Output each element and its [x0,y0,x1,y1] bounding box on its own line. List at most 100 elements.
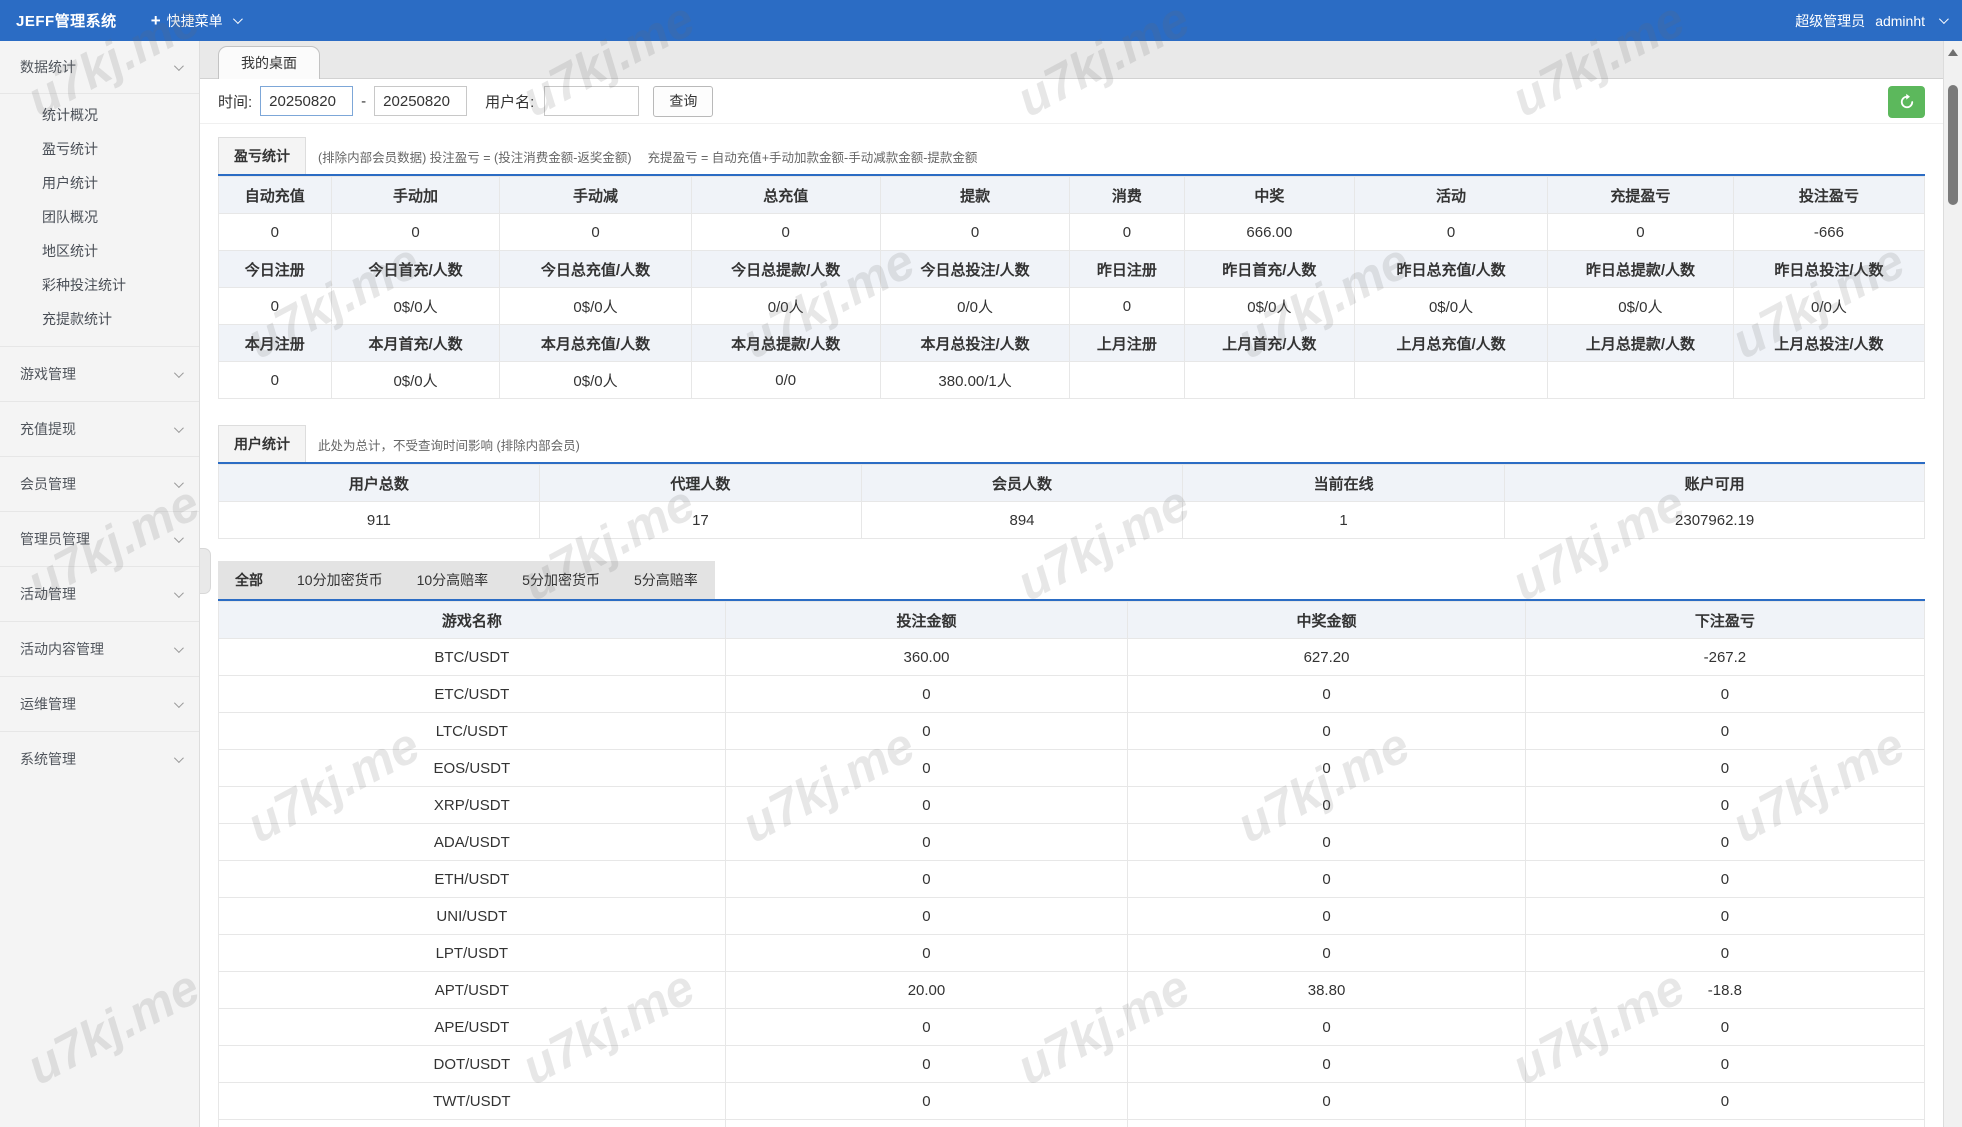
sidebar-group-activity-content[interactable]: 活动内容管理 [0,621,199,676]
sidebar-group-system-mgmt[interactable]: 系统管理 [0,731,199,786]
game-category-tab[interactable]: 全部 [218,561,280,599]
table-row: APE/USDT000 [219,1009,1925,1046]
table-cell: 0 [725,1046,1128,1083]
table-row: ICP/USDT000 [219,1120,1925,1127]
table-row: 今日注册今日首充/人数今日总充值/人数今日总提款/人数今日总投注/人数昨日注册昨… [219,251,1925,288]
tab-my-desktop[interactable]: 我的桌面 [218,46,320,79]
table-cell: 活动 [1355,177,1548,214]
table-cell: 894 [862,502,1183,539]
table-cell: 今日首充/人数 [331,251,500,288]
table-row: BTC/USDT360.00627.20-267.2 [219,639,1925,676]
table-cell: 总充值 [691,177,880,214]
chevron-down-icon [174,533,184,543]
sidebar-submenu-item[interactable]: 用户统计 [0,166,199,200]
sidebar-submenu: 统计概况盈亏统计用户统计团队概况地区统计彩种投注统计充提款统计 [0,93,199,346]
sidebar-group-label: 充值提现 [20,419,170,439]
profit-section-header: 盈亏统计 (排除内部会员数据) 投注盈亏 = (投注消费金额-返奖金额) 充提盈… [218,137,1925,176]
sidebar-submenu-item[interactable]: 盈亏统计 [0,132,199,166]
table-cell: 0 [725,824,1128,861]
username: adminht [1875,13,1925,29]
sidebar-group-member-mgmt[interactable]: 会员管理 [0,456,199,511]
table-cell: BTC/USDT [219,639,726,676]
table-cell: 提款 [880,177,1069,214]
user-section-title: 用户统计 [218,425,306,462]
table-cell: 0 [1525,824,1924,861]
chevron-down-icon [174,423,184,433]
chevron-down-icon [233,14,243,24]
sidebar-group-label: 系统管理 [20,749,170,769]
game-category-tab[interactable]: 10分高赔率 [400,561,506,599]
profit-stats-section: 盈亏统计 (排除内部会员数据) 投注盈亏 = (投注消费金额-返奖金额) 充提盈… [218,137,1925,399]
table-cell: 0 [725,1120,1128,1127]
user-section-header: 用户统计 此处为总计，不受查询时间影响 (排除内部会员) [218,425,1925,464]
sidebar-submenu-item[interactable]: 彩种投注统计 [0,268,199,302]
sidebar-submenu-item[interactable]: 团队概况 [0,200,199,234]
table-cell: 自动充值 [219,177,332,214]
table-cell: 0 [219,288,332,325]
table-cell: 0 [725,713,1128,750]
table-cell: 0 [1128,898,1525,935]
sidebar-group-activity-mgmt[interactable]: 活动管理 [0,566,199,621]
table-cell: 本月总投注/人数 [880,325,1069,362]
chevron-down-icon [174,643,184,653]
table-cell: 0 [725,787,1128,824]
scrollbar-thumb[interactable] [1948,85,1958,205]
sidebar-group-recharge-withdraw[interactable]: 充值提现 [0,401,199,456]
sidebar-submenu-item[interactable]: 充提款统计 [0,302,199,336]
sidebar-group-admin-mgmt[interactable]: 管理员管理 [0,511,199,566]
table-cell: 0 [725,1009,1128,1046]
table-cell: 本月总提款/人数 [691,325,880,362]
table-row: XRP/USDT000 [219,787,1925,824]
table-cell: 0 [1128,676,1525,713]
table-cell: 昨日首充/人数 [1184,251,1355,288]
table-cell: 昨日总充值/人数 [1355,251,1548,288]
table-cell: 0$/0人 [1547,288,1733,325]
sidebar-group-label: 运维管理 [20,694,170,714]
profit-section-note: (排除内部会员数据) 投注盈亏 = (投注消费金额-返奖金额) 充提盈亏 = 自… [318,147,977,166]
table-cell: 账户可用 [1505,465,1925,502]
table-row: LPT/USDT000 [219,935,1925,972]
user-section-note: 此处为总计，不受查询时间影响 (排除内部会员) [318,435,580,454]
table-cell: 上月注册 [1070,325,1184,362]
chevron-down-icon [1939,14,1949,24]
scrollbar-up-arrow-icon[interactable] [1948,49,1958,56]
table-cell: 0$/0人 [1355,288,1548,325]
table-cell: 本月首充/人数 [331,325,500,362]
sidebar-collapse-handle[interactable] [200,548,211,594]
user-role: 超级管理员 [1795,11,1865,31]
time-label: 时间: [218,91,252,112]
table-row: 000000666.0000-666 [219,214,1925,251]
table-cell: 0 [1070,288,1184,325]
user-menu[interactable]: 超级管理员 adminht [1795,11,1946,31]
username-input[interactable] [544,86,639,116]
refresh-button[interactable] [1888,86,1925,118]
sidebar-submenu-item[interactable]: 地区统计 [0,234,199,268]
sidebar-group-ops-mgmt[interactable]: 运维管理 [0,676,199,731]
game-category-tab[interactable]: 5分高赔率 [617,561,715,599]
table-cell: 昨日总投注/人数 [1733,251,1924,288]
table-row: 用户总数代理人数会员人数当前在线账户可用 [219,465,1925,502]
sidebar-group-data-stats[interactable]: 数据统计 [0,41,199,93]
date-from-input[interactable] [260,86,353,116]
search-button[interactable]: 查询 [653,86,713,117]
game-category-tab[interactable]: 5分加密货币 [505,561,617,599]
table-cell: 今日注册 [219,251,332,288]
table-cell: ETC/USDT [219,676,726,713]
table-cell: 今日总充值/人数 [500,251,691,288]
table-row: TWT/USDT000 [219,1083,1925,1120]
game-category-tab[interactable]: 10分加密货币 [280,561,400,599]
table-cell: 380.00/1人 [880,362,1069,399]
sidebar-group-label: 游戏管理 [20,364,170,384]
date-to-input[interactable] [374,86,467,116]
table-cell: LTC/USDT [219,713,726,750]
quick-menu-button[interactable]: + 快捷菜单 [151,11,240,31]
sidebar-submenu-item[interactable]: 统计概况 [0,98,199,132]
page-scrollbar[interactable] [1943,41,1962,1127]
chevron-down-icon [174,753,184,763]
table-cell: 0 [1128,1046,1525,1083]
table-cell: 0 [1128,713,1525,750]
table-cell: 0 [725,861,1128,898]
sidebar-group-game-mgmt[interactable]: 游戏管理 [0,346,199,401]
sidebar-group-label: 会员管理 [20,474,170,494]
profit-table: 自动充值手动加手动减总充值提款消费中奖活动充提盈亏投注盈亏000000666.0… [218,176,1925,399]
